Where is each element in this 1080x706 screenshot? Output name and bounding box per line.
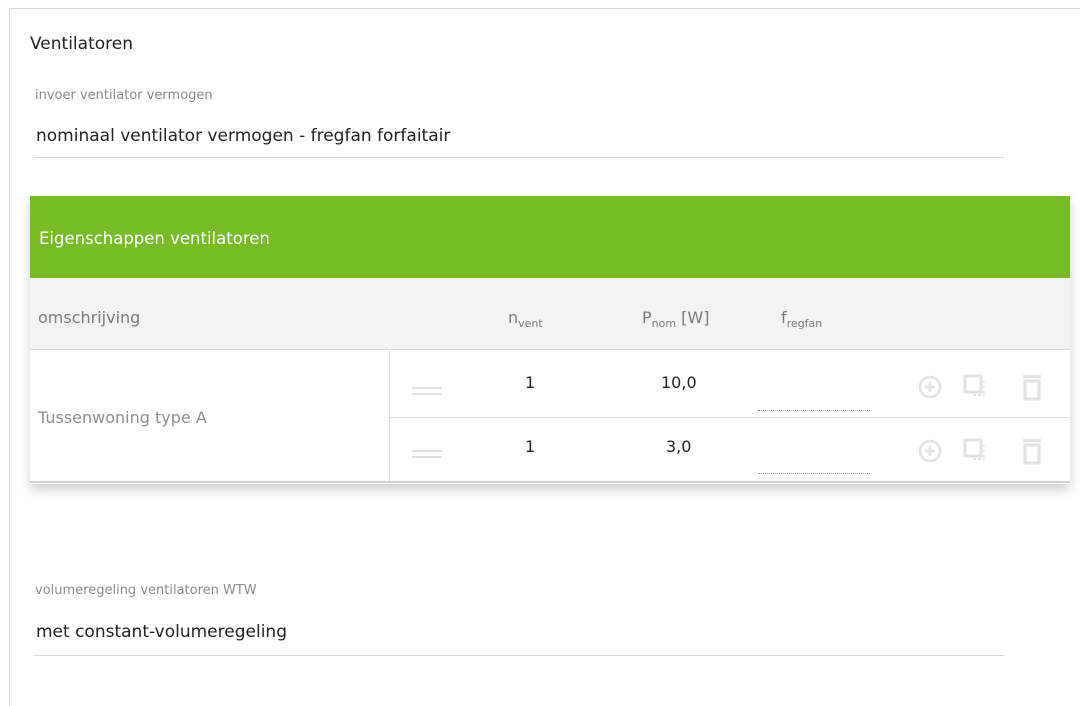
n-vent-cell[interactable]: 1 — [525, 437, 535, 456]
p-nom-cell[interactable]: 10,0 — [661, 373, 697, 392]
col-n-vent: nvent — [508, 308, 543, 331]
p-nom-cell[interactable]: 3,0 — [666, 437, 691, 456]
input-power-label: invoer ventilator vermogen — [35, 88, 213, 103]
drag-handle[interactable] — [412, 387, 442, 396]
plus-circle-icon[interactable] — [918, 437, 942, 465]
copy-icon[interactable] — [963, 437, 987, 465]
group-label: Tussenwoning type A — [38, 408, 207, 427]
volume-control-select[interactable]: met constant-volumeregeling — [36, 622, 287, 642]
table-title: Eigenschappen ventilatoren — [39, 229, 270, 248]
table-bottom-border — [30, 481, 1070, 483]
fans-table-card: Eigenschappen ventilatoren omschrijving … — [30, 196, 1070, 484]
column-header-row: omschrijving nvent Pnom [W] fregfan — [30, 278, 1070, 350]
input-power-underline — [34, 157, 1004, 158]
n-vent-cell[interactable]: 1 — [525, 373, 535, 392]
f-regfan-input[interactable] — [758, 409, 870, 411]
input-power-select[interactable]: nominaal ventilator vermogen - fregfan f… — [36, 126, 450, 146]
volume-control-underline — [34, 655, 1004, 656]
plus-circle-icon[interactable] — [918, 373, 942, 401]
drag-handle[interactable] — [412, 450, 442, 459]
table-header-bar: Eigenschappen ventilatoren — [30, 196, 1070, 278]
col-f-regfan: fregfan — [781, 308, 823, 331]
trash-icon[interactable] — [1020, 373, 1044, 401]
col-omschrijving: omschrijving — [38, 308, 141, 327]
copy-icon[interactable] — [963, 373, 987, 401]
section-title: Ventilatoren — [30, 34, 133, 54]
row-divider — [390, 417, 1070, 418]
col-p-nom: Pnom [W] — [642, 308, 710, 331]
trash-icon[interactable] — [1020, 437, 1044, 465]
volume-control-label: volumeregeling ventilatoren WTW — [35, 583, 257, 598]
f-regfan-input[interactable] — [758, 472, 870, 474]
